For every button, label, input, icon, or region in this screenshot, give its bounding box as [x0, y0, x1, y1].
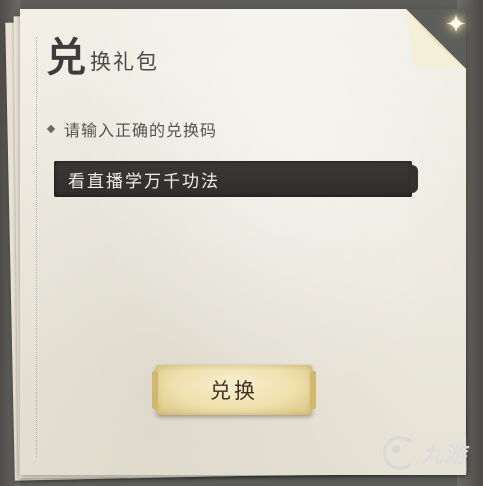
jiuyou-logo-icon: [382, 436, 417, 470]
instruction-row: 请输入正确的兑换码: [46, 117, 218, 141]
redeem-code-input[interactable]: 看直播学万千功法: [54, 161, 418, 197]
title-rest: 换礼包: [90, 50, 159, 74]
watermark: 九游: [382, 436, 467, 470]
watermark-text: 九游: [420, 443, 467, 468]
redeem-button-label: 兑换: [210, 379, 258, 403]
redeem-code-value: 看直播学万千功法: [68, 171, 220, 192]
page-title: 兑 换礼包: [46, 38, 159, 78]
paper-margin-line: [36, 37, 37, 457]
sparkle-icon: ✦: [445, 10, 467, 40]
instruction-text: 请输入正确的兑换码: [64, 121, 218, 140]
diamond-bullet-icon: [46, 124, 56, 134]
redeem-button[interactable]: 兑换: [152, 365, 316, 415]
title-first-char: 兑: [46, 34, 86, 81]
